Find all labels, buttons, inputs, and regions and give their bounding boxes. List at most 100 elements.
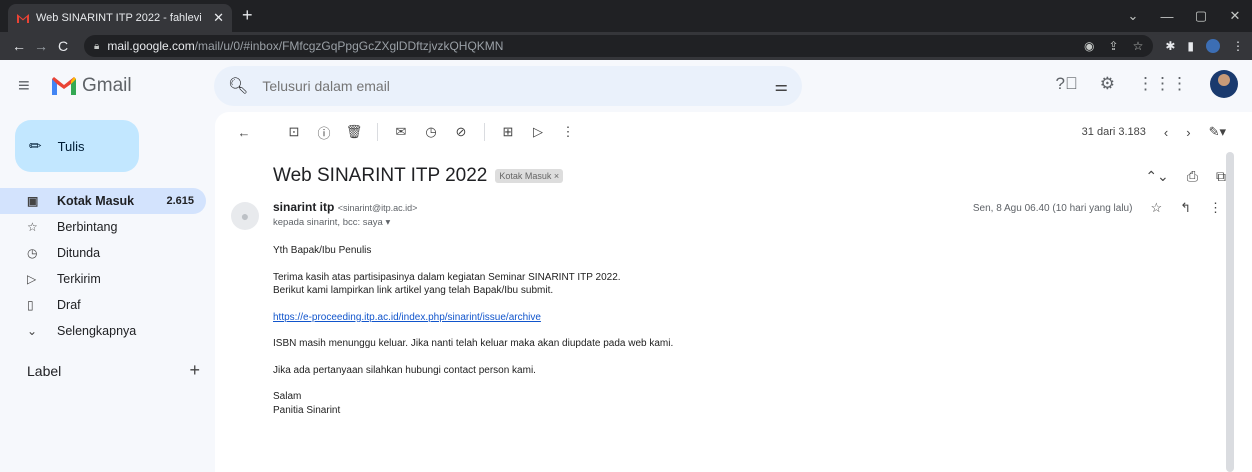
tab-title: Web SINARINT ITP 2022 - fahlevi [36,12,202,24]
sender-line[interactable]: sinarint itp <sinarint@itp.ac.id> [273,200,417,214]
more-vert-icon[interactable]: ⋮ [1209,200,1222,216]
sidebar-item-more[interactable]: ⌄ Selengkapnya [0,318,206,344]
sidebar-item-starred[interactable]: ☆ Berbintang [0,214,206,240]
url-bar[interactable]: 🔒︎ mail.google.com/mail/u/0/#inbox/FMfcg… [84,35,1154,57]
gmail-logo[interactable]: Gmail [52,75,132,97]
recipient-line[interactable]: kepada sinarint, bcc: saya ▾ [273,217,417,228]
apps-grid-icon[interactable]: ⋮⋮⋮ [1137,74,1188,94]
search-icon[interactable]: 🔍︎ [228,76,248,96]
older-icon[interactable]: › [1186,125,1190,140]
star-icon[interactable]: ☆ [1150,200,1162,216]
add-label-icon[interactable]: + [189,360,200,381]
clock-icon: ◷ [27,246,38,260]
email-subject: Web SINARINT ITP 2022 [273,165,488,186]
back-button[interactable]: ← [8,38,30,54]
main-menu-icon[interactable]: ≡ [18,75,44,98]
eye-icon[interactable]: ◉ [1084,39,1094,53]
minimize-button[interactable]: — [1150,9,1184,24]
add-task-icon[interactable]: ⊘ [446,124,476,140]
sidepanel-icon[interactable]: ▮ [1187,39,1194,53]
close-tab-icon[interactable]: ✕ [213,10,224,26]
compose-button[interactable]: ✏ Tulis [15,120,139,172]
sender-address: <sinarint@itp.ac.id> [337,203,418,213]
sidebar-item-label: Ditunda [57,246,101,260]
bookmark-star-icon[interactable]: ☆ [1133,39,1144,53]
snooze-icon[interactable]: ◷ [416,124,446,140]
search-options-icon[interactable]: ⚌ [775,77,788,95]
help-icon[interactable]: ?⃝ [1056,74,1078,94]
gmail-favicon-icon [16,12,30,24]
address-bar-row: ← → C 🔒︎ mail.google.com/mail/u/0/#inbox… [0,32,1252,60]
sidebar-item-label: Selengkapnya [57,324,137,338]
close-window-button[interactable]: ✕ [1218,8,1252,24]
reload-button[interactable]: C [52,38,74,54]
body-line: Terima kasih atas partisipasinya dalam k… [273,271,621,283]
newer-icon[interactable]: ‹ [1164,125,1168,140]
search-bar[interactable]: 🔍︎ ⚌ [214,66,802,106]
forward-button[interactable]: → [30,38,52,54]
draft-icon: ▯ [27,298,34,312]
new-tab-button[interactable]: + [242,5,253,26]
url-path: /mail/u/0/#inbox/FMfcgzGqPpgGcZXglDDftzj… [194,39,504,53]
body-line: Berikut kami lampirkan link artikel yang… [273,285,554,296]
profile-avatar-icon[interactable] [1206,39,1220,53]
inbox-icon: ▣ [27,194,39,208]
print-icon[interactable]: ⎙ [1187,168,1198,185]
archive-icon[interactable]: ⊡ [279,124,309,140]
message-header: ● sinarint itp <sinarint@itp.ac.id> kepa… [215,200,1252,244]
send-icon: ▷ [27,272,37,286]
email-date: Sen, 8 Agu 06.40 (10 hari yang lalu) [972,202,1133,214]
toolbar-divider [484,123,485,141]
greeting-text: Yth Bapak/Ibu Penulis [273,245,372,256]
back-to-inbox-icon[interactable]: ← [229,125,259,140]
mark-unread-icon[interactable]: ✉ [386,124,416,140]
sidebar-item-snoozed[interactable]: ◷ Ditunda [0,240,206,266]
compose-label: Tulis [57,138,85,154]
chevron-down-icon: ⌄ [27,324,38,338]
labels-title: Label [27,362,62,379]
collapse-all-icon[interactable]: ⌃⌄ [1145,168,1168,185]
subject-row: Web SINARINT ITP 2022 Kotak Masuk × ⌃⌄ ⎙… [215,152,1252,200]
inbox-label-chip[interactable]: Kotak Masuk × [495,169,564,183]
reply-icon[interactable]: ↰ [1180,200,1191,216]
delete-icon[interactable]: 🗑︎ [339,124,369,140]
gmail-wordmark: Gmail [82,75,132,96]
signature-line: Panitia Sinarint [273,404,341,416]
closing-line: Salam [273,391,302,402]
input-tools-icon[interactable]: ✎▾ [1209,124,1226,140]
sidebar-item-inbox[interactable]: ▣ Kotak Masuk 2.615 [0,188,206,214]
sidebar: ✏ Tulis ▣ Kotak Masuk 2.615 ☆ Berbintang… [0,112,210,381]
body-line: Jika ada pertanyaan silahkan hubungi con… [273,364,536,376]
label-icon[interactable]: ▷ [523,124,553,140]
account-avatar[interactable] [1210,70,1238,98]
labels-header: Label + [0,360,200,381]
more-options-icon[interactable]: ⋮ [553,124,583,140]
url-host: mail.google.com [107,39,195,53]
tab-search-icon[interactable]: ⌄ [1116,8,1150,24]
extensions-icon[interactable]: ✱ [1165,39,1175,53]
star-icon: ☆ [27,220,38,234]
pager-text: 31 dari 3.183 [1081,126,1146,138]
sidebar-item-drafts[interactable]: ▯ Draf [0,292,206,318]
open-new-window-icon[interactable]: ⧉ [1216,168,1226,185]
maximize-button[interactable]: ▢ [1184,8,1218,24]
scrollbar[interactable] [1226,152,1234,472]
sidebar-item-sent[interactable]: ▷ Terkirim [0,266,206,292]
toolbar-divider [377,123,378,141]
report-spam-icon[interactable]: ⓘ [309,123,339,142]
email-body: Yth Bapak/Ibu Penulis Terima kasih atas … [215,244,1252,417]
browser-tab[interactable]: Web SINARINT ITP 2022 - fahlevi ✕ [8,4,232,32]
settings-gear-icon[interactable]: ⚙ [1100,74,1115,94]
closing: Salam Panitia Sinarint [273,390,1252,417]
sender-avatar[interactable]: ● [231,202,259,230]
move-to-icon[interactable]: ⊞ [493,124,523,140]
lock-icon[interactable]: 🔒︎ [94,41,99,52]
message-toolbar: ← ⊡ ⓘ 🗑︎ ✉ ◷ ⊘ ⊞ ▷ ⋮ 31 dari 3.183 ‹ › ✎… [215,112,1252,152]
search-input[interactable] [262,78,775,94]
window-controls: ⌄ — ▢ ✕ [1116,0,1252,32]
proceeding-link[interactable]: https://e-proceeding.itp.ac.id/index.php… [273,312,541,323]
message-panel: ← ⊡ ⓘ 🗑︎ ✉ ◷ ⊘ ⊞ ▷ ⋮ 31 dari 3.183 ‹ › ✎… [215,112,1252,472]
share-icon[interactable]: ⇪ [1109,39,1119,53]
browser-menu-icon[interactable]: ⋮ [1232,39,1244,53]
sidebar-item-label: Terkirim [57,272,101,286]
